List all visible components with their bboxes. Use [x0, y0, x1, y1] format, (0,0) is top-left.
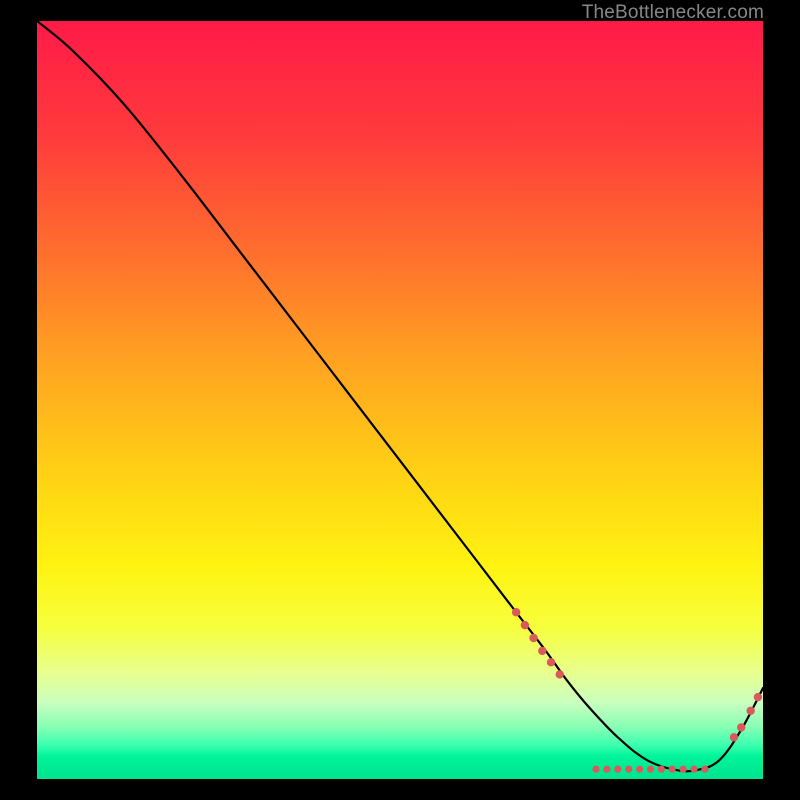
- chart-svg: [37, 21, 763, 779]
- data-marker: [680, 766, 687, 773]
- data-marker: [529, 634, 537, 642]
- data-marker: [625, 766, 632, 773]
- gradient-background: [37, 21, 763, 779]
- data-marker: [592, 766, 599, 773]
- chart-container: TheBottlenecker.com: [0, 0, 800, 800]
- data-marker: [754, 693, 762, 701]
- data-marker: [669, 766, 676, 773]
- data-marker: [636, 766, 643, 773]
- data-marker: [647, 766, 654, 773]
- data-marker: [746, 707, 754, 715]
- data-marker: [658, 766, 665, 773]
- data-marker: [730, 733, 738, 741]
- data-marker: [512, 608, 520, 616]
- data-marker: [690, 766, 697, 773]
- data-marker: [603, 766, 610, 773]
- plot-area: [37, 21, 763, 779]
- data-marker: [547, 658, 555, 666]
- data-marker: [701, 766, 708, 773]
- data-marker: [737, 723, 745, 731]
- data-marker: [538, 647, 546, 655]
- data-marker: [521, 621, 529, 629]
- data-marker: [556, 670, 564, 678]
- data-marker: [614, 766, 621, 773]
